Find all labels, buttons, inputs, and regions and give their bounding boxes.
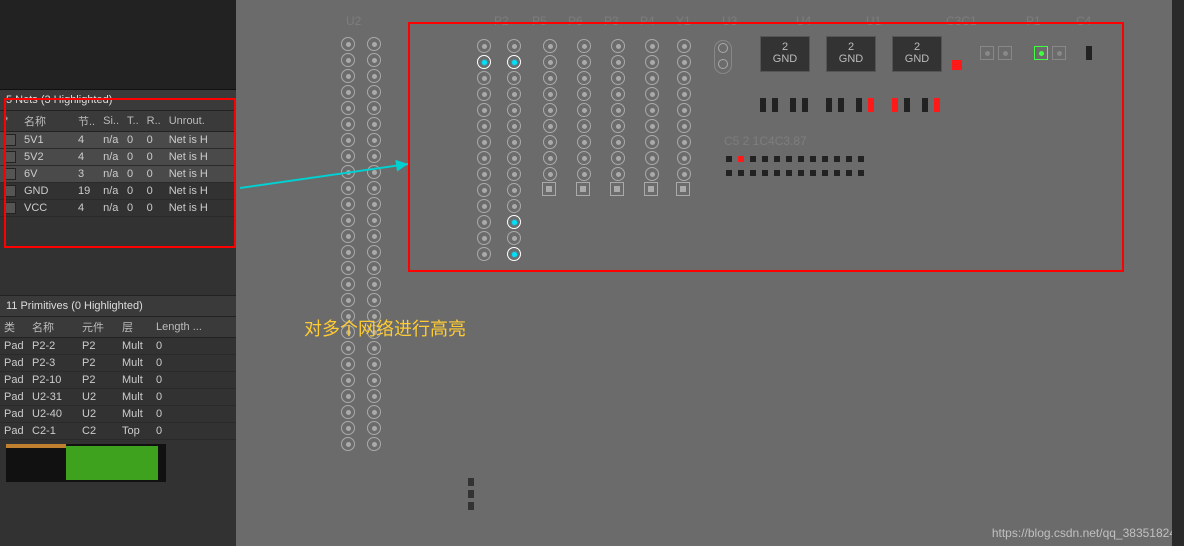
ic-chip: 2GND <box>760 36 810 72</box>
refdes: C5 2 1C4C3.87 <box>724 134 807 148</box>
table-row[interactable]: PadP2-3P2Mult0 <box>0 355 236 372</box>
pad-column <box>340 36 356 452</box>
primitives-table[interactable]: 类 名称 元件 层 Length ... PadP2-2P2Mult0PadP2… <box>0 317 236 440</box>
layer-preview <box>6 444 166 482</box>
pad-column <box>476 38 492 262</box>
pad-highlight <box>952 60 962 70</box>
table-row[interactable]: 5V14n/a00Net is H <box>0 132 236 149</box>
crystal-outline <box>714 40 732 74</box>
refdes: P1 <box>1026 14 1041 28</box>
scrollbar-vertical[interactable] <box>1172 0 1184 546</box>
prim-col-layer[interactable]: 层 <box>118 317 152 338</box>
smd-pad <box>468 490 474 498</box>
table-row[interactable]: PadU2-40U2Mult0 <box>0 406 236 423</box>
primitives-panel-title: 11 Primitives (0 Highlighted) <box>0 295 236 317</box>
refdes: P2 <box>494 14 509 28</box>
table-row[interactable]: PadP2-10P2Mult0 <box>0 372 236 389</box>
nets-col-name[interactable]: 名称 <box>20 111 74 132</box>
ic-chip: 2GND <box>892 36 942 72</box>
smd-pad <box>468 478 474 486</box>
refdes: C4 <box>1076 14 1091 28</box>
pad-pair <box>980 46 1012 60</box>
filter-area <box>0 0 236 90</box>
pad-column <box>506 38 522 262</box>
refdes: U2 <box>346 14 361 28</box>
refdes: U1 <box>866 14 881 28</box>
ic-chip: 2GND <box>826 36 876 72</box>
table-row[interactable]: PadP2-2P2Mult0 <box>0 338 236 355</box>
nets-col-nodes[interactable]: 节.. <box>74 111 99 132</box>
smd-pad <box>468 502 474 510</box>
nets-col-r[interactable]: R.. <box>143 111 165 132</box>
table-row[interactable]: 5V24n/a00Net is H <box>0 149 236 166</box>
table-row[interactable]: 6V3n/a00Net is H <box>0 166 236 183</box>
watermark: https://blog.csdn.net/qq_38351824 <box>992 526 1176 540</box>
table-row[interactable]: VCC4n/a00Net is H <box>0 200 236 217</box>
refdes: U4 <box>796 14 811 28</box>
prim-col-name[interactable]: 名称 <box>28 317 78 338</box>
nets-col-unrout[interactable]: Unrout. <box>165 111 236 132</box>
refdes: C3C1 <box>946 14 977 28</box>
prim-col-comp[interactable]: 元件 <box>78 317 118 338</box>
pcb-canvas[interactable]: U2 P2 P5 P6 P3 P4 Y1 U3 U4 U1 C3C1 P1 C4… <box>236 0 1184 546</box>
left-panel: 5 Nets (3 Highlighted) * 名称 节.. Si.. T..… <box>0 0 236 546</box>
table-row[interactable]: PadC2-1C2Top0 <box>0 423 236 440</box>
pad-column <box>366 36 382 452</box>
nets-panel-title: 5 Nets (3 Highlighted) <box>0 90 236 111</box>
nets-col-t[interactable]: T.. <box>123 111 143 132</box>
table-row[interactable]: GND19n/a00Net is H <box>0 183 236 200</box>
prim-col-type[interactable]: 类 <box>0 317 28 338</box>
refdes: P5 <box>532 14 547 28</box>
refdes: P4 <box>640 14 655 28</box>
refdes: P6 <box>568 14 583 28</box>
nets-col-star[interactable]: * <box>0 111 20 132</box>
refdes: U3 <box>722 14 737 28</box>
smd-pad <box>1086 46 1092 60</box>
annotation-text: 对多个网络进行高亮 <box>304 315 466 341</box>
prim-col-length[interactable]: Length ... <box>152 317 236 338</box>
pad-pair <box>1034 46 1066 60</box>
refdes: Y1 <box>676 14 691 28</box>
nets-col-si[interactable]: Si.. <box>99 111 123 132</box>
nets-table[interactable]: * 名称 节.. Si.. T.. R.. Unrout. 5V14n/a00N… <box>0 111 236 217</box>
table-row[interactable]: PadU2-31U2Mult0 <box>0 389 236 406</box>
refdes: P3 <box>604 14 619 28</box>
